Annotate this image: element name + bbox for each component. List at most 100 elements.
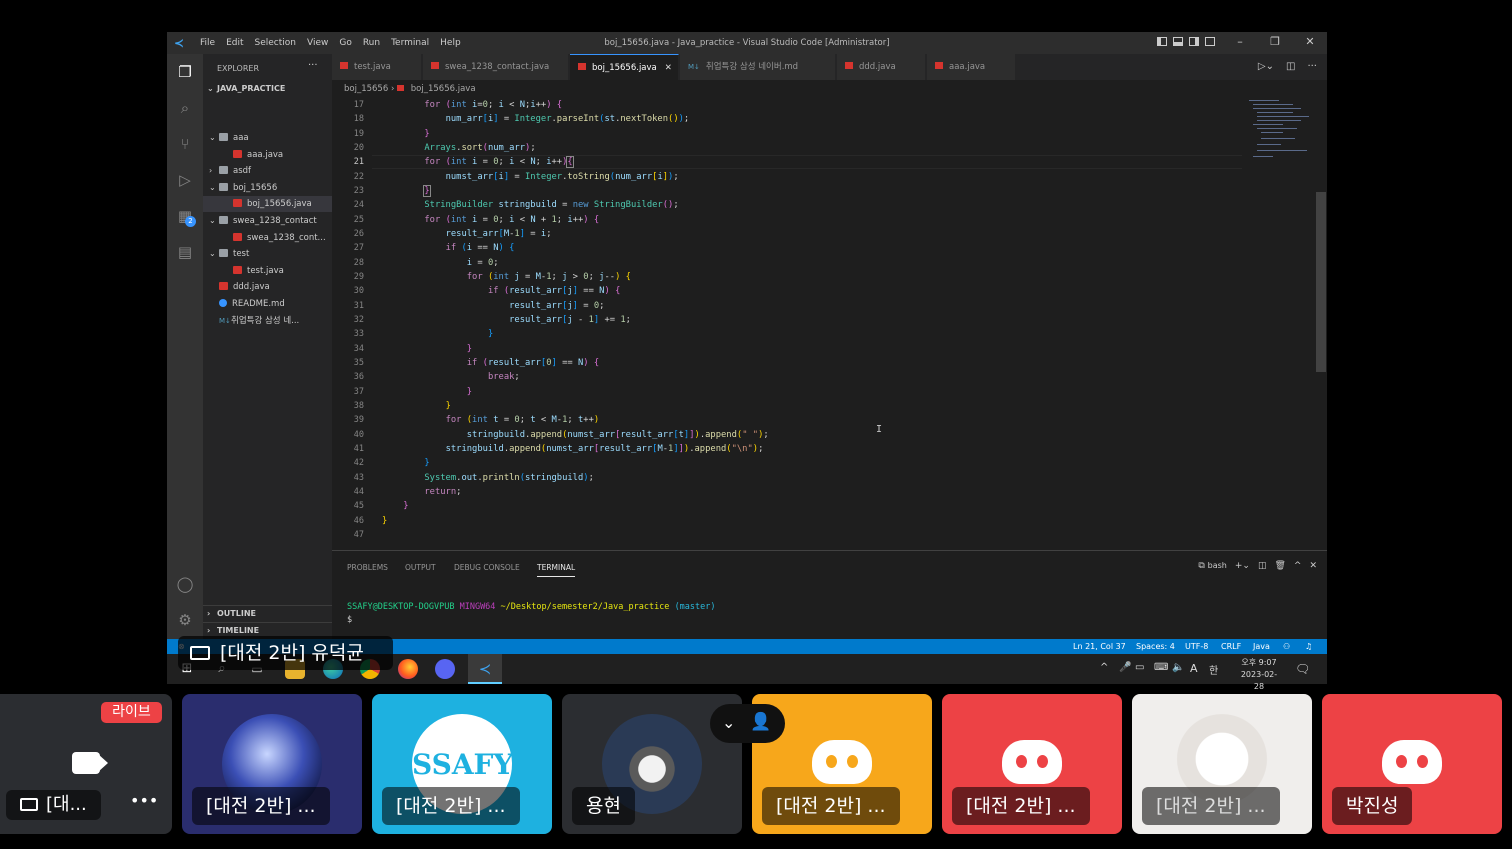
ime-indicator[interactable]: A [1190,662,1198,675]
video-camera-icon [72,752,100,774]
breadcrumb-folder[interactable]: boj_15656 [344,84,388,94]
status-indentation[interactable]: Spaces: 4 [1136,639,1175,654]
gear-icon[interactable]: ⚙ [175,610,195,630]
tree-file[interactable]: boj_15656.java [203,196,332,213]
run-icon[interactable]: ▷⌄ [1258,61,1274,72]
toggle-panel-icon[interactable] [1173,37,1183,46]
feedback-icon[interactable]: ⚇ [1283,639,1290,654]
customize-layout-icon[interactable] [1205,37,1215,46]
tab-aaa-java[interactable]: aaa.java [927,54,1016,80]
project-root[interactable]: ⌄ JAVA_PRACTICE [207,84,285,93]
korean-ime-icon[interactable]: 한 [1209,662,1218,677]
menu-terminal[interactable]: Terminal [391,38,429,48]
terminal-prompt[interactable]: SSAFY@DESKTOP-DOGVPUB MINGW64 ~/Desktop/… [347,602,716,612]
breadcrumb-file[interactable]: boj_15656.java [411,84,476,94]
tree-file[interactable]: ddd.java [203,279,332,295]
explorer-icon[interactable]: ❐ [175,62,195,82]
new-terminal-icon[interactable]: +⌄ [1235,561,1250,571]
remote-explorer-icon[interactable]: ▤ [175,242,195,262]
menu-run[interactable]: Run [363,38,380,48]
tab-ddd-java[interactable]: ddd.java [837,54,926,80]
java-file-icon [935,62,943,69]
status-language[interactable]: Java [1253,639,1270,654]
line-number: 26 [353,229,364,239]
close-icon[interactable]: ✕ [1295,35,1325,48]
tab-boj-15656[interactable]: boj_15656.java ✕ [570,54,679,80]
tree-file[interactable]: README.md [203,296,332,312]
menu-edit[interactable]: Edit [226,38,243,48]
tab-problems[interactable]: PROBLEMS [347,563,388,572]
menu-selection[interactable]: Selection [255,38,296,48]
status-eol[interactable]: CRLF [1221,639,1241,654]
close-panel-icon[interactable]: ✕ [1309,561,1317,571]
more-actions-icon[interactable]: ··· [308,60,318,71]
tab-swea-1238-contact[interactable]: swea_1238_contact.java [423,54,569,80]
participant-tile[interactable]: [대전 2반] ... [942,694,1122,834]
tab-debug-console[interactable]: DEBUG CONSOLE [454,563,520,572]
participant-tile[interactable]: [대전 2반] ... [182,694,362,834]
participant-tile[interactable]: 박진성 [1322,694,1502,834]
terminal-input-line[interactable]: $ [347,615,352,625]
status-cursor-position[interactable]: Ln 21, Col 37 [1073,639,1126,654]
microphone-icon[interactable]: 🎤 [1119,662,1131,673]
menu-help[interactable]: Help [440,38,461,48]
tree-file[interactable]: swea_1238_cont... [203,230,332,246]
network-icon[interactable]: ⌨ [1154,662,1168,673]
maximize-panel-icon[interactable]: ^ [1294,561,1302,571]
title-bar: ≺ File Edit Selection View Go Run Termin… [167,32,1327,54]
tray-overflow-icon[interactable]: ^ [1100,662,1108,673]
minimap[interactable] [1249,98,1319,178]
firefox-icon[interactable] [398,659,418,679]
tree-folder[interactable]: ⌄ boj_15656 [203,180,332,196]
tree-folder[interactable]: ⌄ aaa [203,130,332,146]
code-editor[interactable]: 17 18 19 20 21 22 23 24 25 26 27 28 29 30 31 32 33 34 35 36… [332,98,1327,550]
terminal-shell-icon[interactable]: ⧉ bash [1198,561,1227,571]
minimize-icon[interactable]: – [1225,35,1255,48]
tree-file[interactable]: M↓취업특강 삼성 네... [203,313,332,329]
toggle-secondary-sidebar-icon[interactable] [1189,37,1199,46]
participants-icon[interactable]: 👤 [750,712,771,732]
battery-icon[interactable]: ▭ [1135,662,1144,673]
run-debug-icon[interactable]: ▷ [175,170,195,190]
notifications-bell-icon[interactable]: ♫ [1305,639,1312,654]
editor-scrollbar[interactable] [1316,192,1326,372]
search-icon[interactable]: ⌕ [175,98,195,118]
split-editor-icon[interactable]: ◫ [1286,61,1295,72]
status-encoding[interactable]: UTF-8 [1185,639,1208,654]
source-control-icon[interactable]: ⑂ [175,134,195,154]
outline-section[interactable]: › OUTLINE [203,605,332,621]
tab-output[interactable]: OUTPUT [405,563,436,572]
menu-file[interactable]: File [200,38,215,48]
menu-go[interactable]: Go [339,38,351,48]
chevron-down-icon[interactable]: ⌄ [722,713,735,732]
toggle-sidebar-icon[interactable] [1157,37,1167,46]
participant-tile[interactable]: [대전 2반] ... [1132,694,1312,834]
maximize-icon[interactable]: ❐ [1260,35,1290,48]
volume-icon[interactable]: 🔈 [1172,662,1184,673]
chevron-right-icon: › [209,166,213,176]
more-options-icon[interactable]: ••• [130,793,158,814]
account-icon[interactable]: ◯ [175,574,195,594]
tree-item-label: boj_15656.java [247,199,312,210]
notification-center-icon[interactable]: 🗨 [1295,662,1310,676]
clock[interactable]: 오후 9:07 2023-02-28 [1236,657,1282,693]
close-tab-icon[interactable]: ✕ [665,63,672,73]
tree-file[interactable]: test.java [203,263,332,279]
code-line: if (i == N) { [445,243,515,253]
menu-view[interactable]: View [307,38,328,48]
discord-icon[interactable] [435,659,455,679]
split-terminal-icon[interactable]: ◫ [1258,561,1267,571]
tab-test-java[interactable]: test.java [332,54,422,80]
tree-folder[interactable]: ⌄ test [203,246,332,262]
tab-terminal[interactable]: TERMINAL [537,563,576,577]
tree-folder[interactable]: › asdf [203,163,332,179]
tree-folder[interactable]: ⌄ swea_1238_contact [203,213,332,229]
editor-more-icon[interactable]: ··· [1307,61,1317,72]
participant-tile[interactable]: SSAFY [대전 2반] ... [372,694,552,834]
tab-md-notes[interactable]: M↓ 취업특강 삼성 네이버.md [680,54,836,80]
participants-toggle[interactable]: ⌄ 👤 [710,704,785,743]
tree-file[interactable]: aaa.java [203,147,332,163]
participant-name: [대전 2반] ... [1142,787,1280,825]
vscode-taskbar-icon[interactable]: ≺ [468,654,502,684]
kill-terminal-icon[interactable]: 🗑 [1274,561,1285,571]
